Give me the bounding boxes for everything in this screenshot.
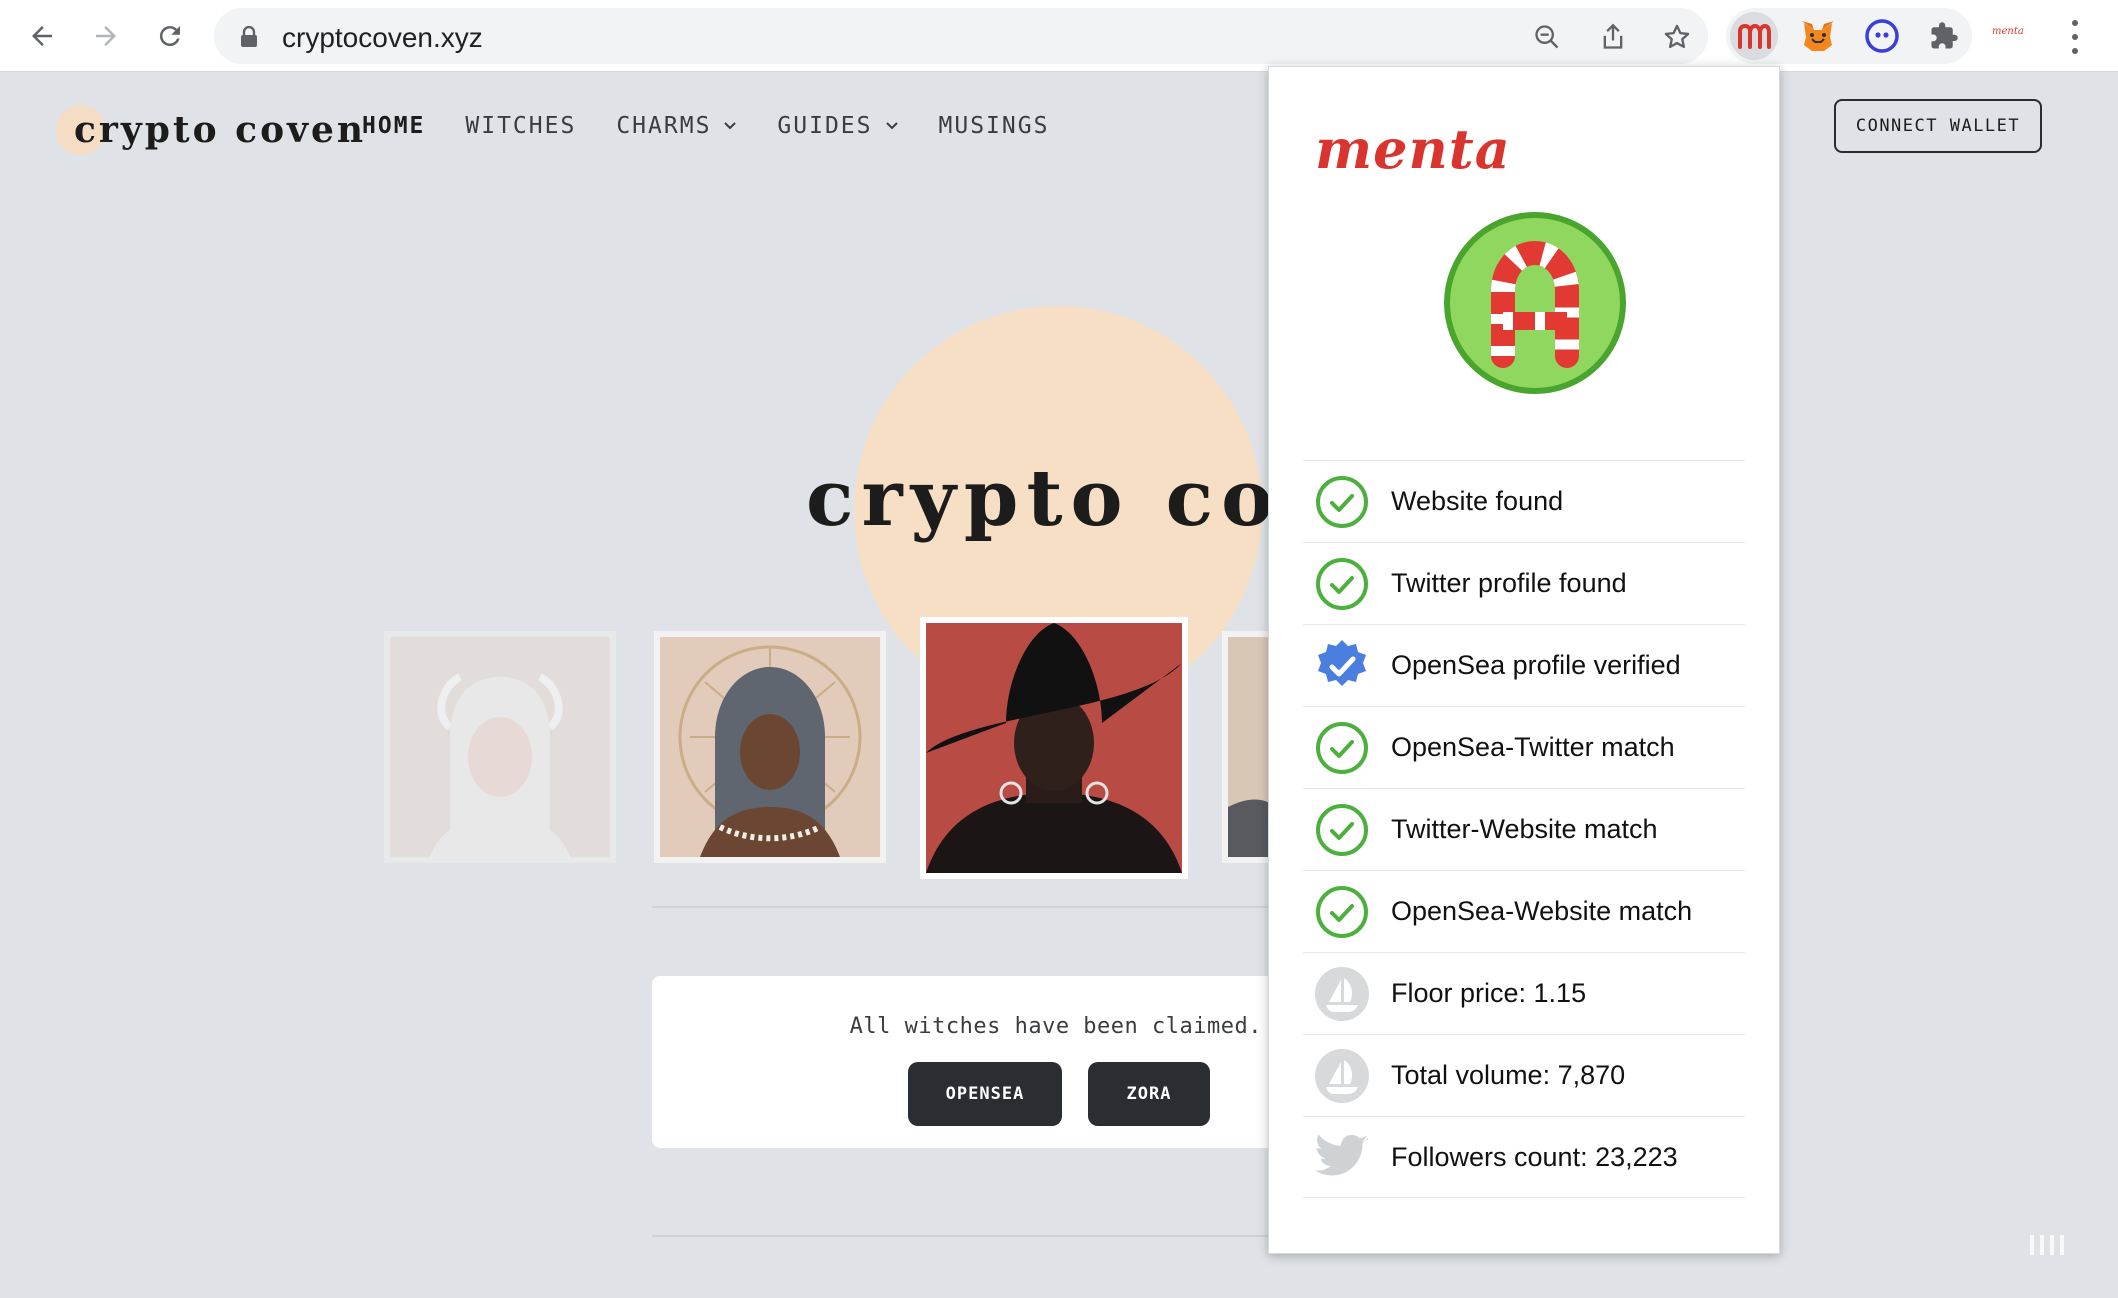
verified-badge-icon (1313, 637, 1371, 695)
check-circle-icon (1313, 801, 1371, 859)
puzzle-extensions-icon[interactable] (1926, 18, 1962, 54)
witch-card-featured[interactable] (920, 617, 1188, 879)
list-item: Followers count: 23,223 (1303, 1116, 1745, 1198)
check-circle-icon (1313, 473, 1371, 531)
zoom-out-icon[interactable] (1532, 22, 1562, 52)
profile-label[interactable]: menta (1992, 26, 2024, 37)
list-item: Twitter profile found (1303, 542, 1745, 624)
back-arrow-icon (32, 26, 52, 46)
nav-musings-label: MUSINGS (938, 113, 1050, 139)
zora-button[interactable]: ZORA (1088, 1062, 1210, 1126)
check-label: Floor price: 1.15 (1391, 978, 1587, 1008)
opensea-button[interactable]: OPENSEA (908, 1062, 1062, 1126)
chevron-down-icon (724, 122, 737, 130)
nav-charms-label: CHARMS (616, 113, 712, 139)
menta-m-icon (1738, 23, 1771, 49)
nav-charms[interactable]: CHARMS (616, 113, 737, 139)
menta-logo: menta (1315, 117, 1511, 181)
reload-button[interactable] (148, 14, 192, 58)
list-item: Website found (1303, 460, 1745, 542)
nav-guides[interactable]: GUIDES (777, 113, 898, 139)
list-item: OpenSea-Twitter match (1303, 706, 1745, 788)
nav-witches-label: WITCHES (465, 113, 577, 139)
witch-card[interactable] (384, 631, 616, 863)
section-divider (652, 906, 1272, 908)
list-item: OpenSea profile verified (1303, 624, 1745, 706)
check-label: Website found (1391, 486, 1564, 516)
verification-list: Website found Twitter profile found Open… (1303, 460, 1745, 1198)
section-divider (652, 1235, 1272, 1237)
opensea-icon (1313, 1047, 1371, 1105)
rating-badge-icon (1443, 211, 1627, 400)
check-label: OpenSea-Website match (1391, 896, 1693, 926)
witch-portrait-image (926, 623, 1182, 873)
witch-portrait-image (390, 637, 610, 857)
list-item: Floor price: 1.15 (1303, 952, 1745, 1034)
back-button[interactable] (20, 14, 64, 58)
list-item: Total volume: 7,870 (1303, 1034, 1745, 1116)
page-content: crypto coven HOME WITCHES CHARMS GUIDES … (0, 73, 2118, 1298)
reload-icon (159, 26, 180, 47)
claim-panel: All witches have been claimed. OPENSEA Z… (652, 976, 1292, 1148)
check-label: OpenSea-Twitter match (1391, 732, 1675, 762)
url-text[interactable]: cryptocoven.xyz (282, 22, 483, 54)
check-label: Twitter-Website match (1391, 814, 1658, 844)
check-label: Twitter profile found (1391, 568, 1627, 598)
bookmark-star-icon[interactable] (1662, 22, 1692, 52)
menta-popup: menta Website found Twitter profile foun… (1268, 66, 1780, 1254)
check-label: Total volume: 7,870 (1391, 1060, 1626, 1090)
address-bar[interactable]: cryptocoven.xyz (214, 8, 1708, 64)
browser-menu-icon[interactable] (2060, 20, 2090, 54)
logo-text: crypto coven (74, 109, 367, 151)
site-nav: HOME WITCHES CHARMS GUIDES MUSINGS (362, 113, 1089, 139)
check-label: OpenSea profile verified (1391, 650, 1681, 680)
ghost-extension-icon[interactable] (1864, 18, 1900, 54)
list-item: OpenSea-Website match (1303, 870, 1745, 952)
scroll-indicator (2030, 1235, 2064, 1255)
list-item: Twitter-Website match (1303, 788, 1745, 870)
check-circle-icon (1313, 555, 1371, 613)
check-circle-icon (1313, 719, 1371, 777)
forward-button[interactable] (84, 14, 128, 58)
witch-card[interactable] (654, 631, 886, 863)
nav-musings[interactable]: MUSINGS (939, 113, 1050, 139)
check-circle-icon (1313, 883, 1371, 941)
witch-portrait-image (660, 637, 880, 857)
twitter-icon (1313, 1128, 1371, 1186)
metamask-fox-icon[interactable] (1800, 18, 1836, 54)
nav-home-label: HOME (362, 113, 426, 139)
lock-icon (240, 25, 258, 53)
browser-toolbar: cryptocoven.xyz menta (0, 0, 2118, 72)
nav-home[interactable]: HOME (362, 113, 425, 139)
connect-wallet-button[interactable]: CONNECT WALLET (1834, 99, 2042, 153)
check-label: Followers count: 23,223 (1391, 1141, 1678, 1172)
opensea-icon (1313, 965, 1371, 1023)
forward-arrow-icon (96, 26, 116, 46)
extensions-area (1726, 8, 1972, 64)
chevron-down-icon (885, 122, 898, 130)
menta-extension-button[interactable] (1730, 12, 1778, 60)
nav-guides-label: GUIDES (777, 113, 873, 139)
claim-status-text: All witches have been claimed. (849, 1014, 1262, 1039)
share-icon[interactable] (1598, 22, 1628, 52)
nav-witches[interactable]: WITCHES (465, 113, 576, 139)
